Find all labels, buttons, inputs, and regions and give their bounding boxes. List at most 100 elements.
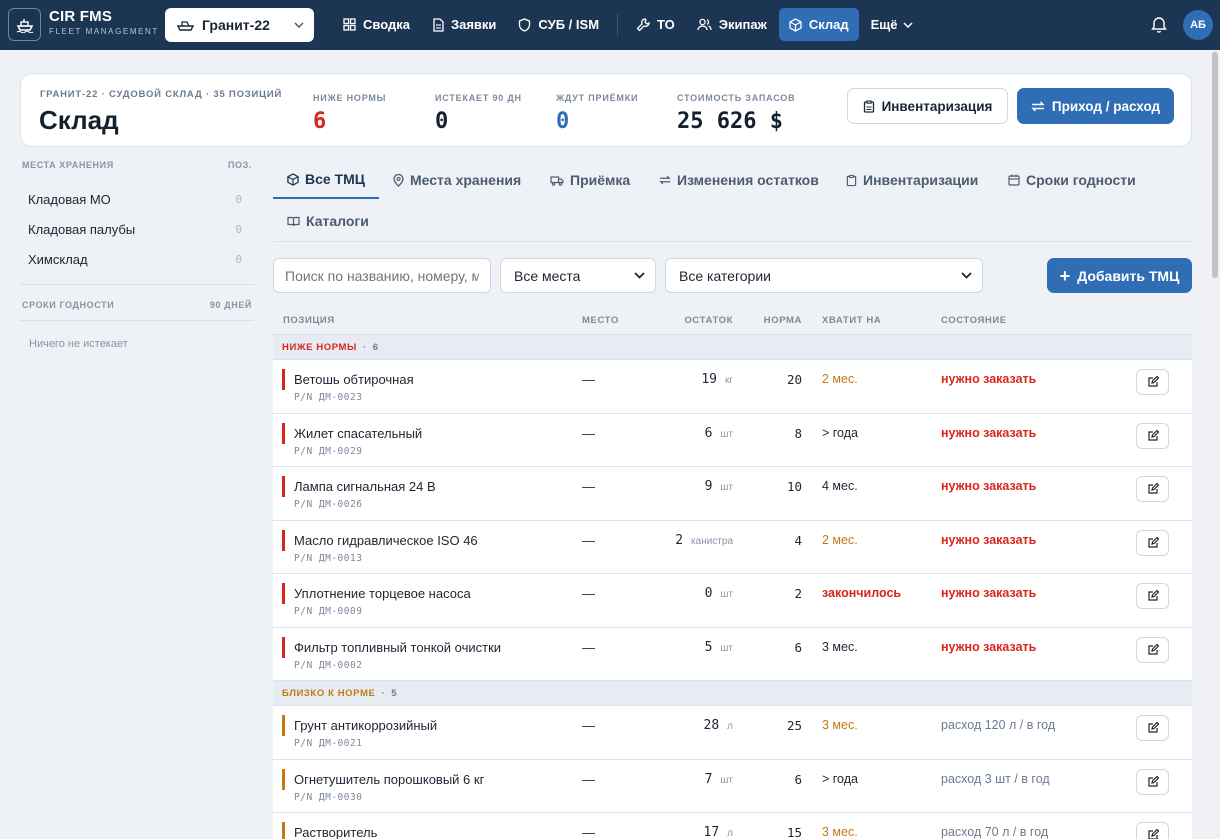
pin-icon <box>393 173 404 187</box>
edit-button[interactable] <box>1136 369 1169 395</box>
table-row[interactable]: Масло гидравлическое ISO 46 P/N ДМ-0013 — 2… <box>273 520 1192 574</box>
item-state: нужно заказать <box>941 425 1037 440</box>
item-place: — <box>582 372 595 387</box>
edit-button[interactable] <box>1136 476 1169 502</box>
place-select-value: Все места <box>514 267 581 284</box>
status-bar <box>282 636 285 658</box>
item-state: нужно заказать <box>941 639 1037 654</box>
scrollbar-thumb[interactable] <box>1212 52 1218 278</box>
chevron-down-icon <box>961 272 972 279</box>
ship-logo-icon[interactable] <box>8 8 41 41</box>
group-count: 5 <box>391 687 398 699</box>
qty-value: 6 <box>704 425 713 441</box>
edit-button[interactable] <box>1136 529 1169 556</box>
bell-icon[interactable] <box>1151 15 1167 38</box>
item-place: — <box>582 479 595 494</box>
storage-item[interactable]: Химсклад 0 <box>20 244 254 274</box>
inventory-button[interactable]: Инвентаризация <box>847 88 1008 124</box>
table-row[interactable]: Уплотнение торцевое насоса P/N ДМ-0009 — 0 ш… <box>273 574 1192 628</box>
item-enough-for: 3 мес. <box>822 639 858 654</box>
brand-subtitle: FLEET MANAGEMENT <box>49 27 159 36</box>
qty-value: 2 <box>675 532 684 548</box>
edit-button[interactable] <box>1136 768 1169 795</box>
storage-item-count: 0 <box>235 222 242 236</box>
table-row[interactable]: Огнетушитель порошковый 6 кг P/N ДМ-0030 —… <box>273 759 1192 813</box>
nav-more[interactable]: Ещё <box>861 8 931 41</box>
stat-label: ИСТЕКАЕТ 90 ДН <box>435 93 522 103</box>
vessel-select[interactable]: Гранит-22 <box>165 8 314 42</box>
storage-item[interactable]: Кладовая МО 0 <box>20 184 254 214</box>
storage-item[interactable]: Кладовая палубы 0 <box>20 214 254 244</box>
group-dot: · <box>362 341 367 353</box>
tab-inventories[interactable]: Инвентаризации <box>832 161 992 199</box>
storage-item-count: 0 <box>235 252 242 266</box>
nav-requests[interactable]: Заявки <box>422 8 506 41</box>
avatar[interactable]: АБ <box>1183 10 1213 40</box>
place-select[interactable]: Все места <box>500 258 656 293</box>
nav-divider <box>617 13 619 36</box>
edit-button[interactable] <box>1136 636 1169 663</box>
search-input[interactable] <box>273 258 491 293</box>
chevron-down-icon <box>634 272 645 279</box>
tab-bar: Все ТМЦ Места хранения Приёмка Изменения… <box>273 160 1192 242</box>
table-row[interactable]: Фильтр топливный тонкой очистки P/N ДМ-00… <box>273 627 1192 681</box>
expiry-empty-text: Ничего не истекает <box>29 338 128 350</box>
tab-catalogs[interactable]: Каталоги <box>273 202 383 240</box>
item-name: Масло гидравлическое ISO 46 <box>294 532 478 548</box>
nav-summary[interactable]: Сводка <box>333 8 420 41</box>
movement-button[interactable]: Приход / расход <box>1017 88 1174 124</box>
category-select[interactable]: Все категории <box>665 258 983 293</box>
qty-unit: шт <box>720 428 733 440</box>
column-header: ХВАТИТ НА <box>822 315 882 326</box>
item-place: — <box>582 718 595 733</box>
table-row[interactable]: Растворитель — 17 л 15 3 мес. расход 70 л / в … <box>273 813 1192 839</box>
nav-summary-label: Сводка <box>363 17 410 32</box>
nav-sms-label: СУБ / ISM <box>538 17 600 32</box>
edit-button[interactable] <box>1136 822 1169 839</box>
edit-icon <box>1147 483 1159 494</box>
nav-crew[interactable]: Экипаж <box>687 8 777 41</box>
edit-button[interactable] <box>1136 715 1169 741</box>
item-name: Ветошь обтирочная <box>294 372 414 387</box>
item-name: Уплотнение торцевое насоса <box>294 586 471 601</box>
edit-button[interactable] <box>1136 583 1169 609</box>
qty-value: 19 <box>701 372 717 387</box>
expiry-header: СРОКИ ГОДНОСТИ 90 ДНЕЙ <box>20 300 254 310</box>
nav-sms-ism[interactable]: СУБ / ISM <box>508 8 609 41</box>
vessel-name: Гранит-22 <box>202 17 270 33</box>
status-bar <box>282 369 285 390</box>
tab-expiry-dates[interactable]: Сроки годности <box>994 161 1150 199</box>
item-norm: 6 <box>794 639 802 655</box>
table-row[interactable]: Жилет спасательный P/N ДМ-0029 — 6 шт 8 > года… <box>273 413 1192 467</box>
item-part-number: P/N ДМ-0026 <box>294 499 363 510</box>
item-name: Лампа сигнальная 24 В <box>294 479 436 494</box>
page-title: Склад <box>39 105 119 135</box>
stat-value: 6 <box>313 109 327 134</box>
item-name: Грунт антикоррозийный <box>294 718 438 733</box>
tab-all-items[interactable]: Все ТМЦ <box>273 161 380 199</box>
stat-value: 0 <box>556 109 570 134</box>
table-row[interactable]: Ветошь обтирочная P/N ДМ-0023 — 19 кг 20 2 мес… <box>273 360 1192 414</box>
item-place: — <box>582 825 595 839</box>
qty-value: 17 <box>703 825 720 839</box>
tab-label: Места хранения <box>410 172 522 188</box>
table-body: НИЖЕ НОРМЫ · 6 Ветошь обтирочная P/N ДМ-0023… <box>273 335 1192 839</box>
edit-button[interactable] <box>1136 422 1169 449</box>
table-row[interactable]: Грунт антикоррозийный P/N ДМ-0021 — 28 л 25 3 … <box>273 706 1192 760</box>
edit-icon <box>1147 429 1159 441</box>
add-item-button[interactable]: + Добавить ТМЦ <box>1047 258 1192 293</box>
nav-crew-label: Экипаж <box>718 17 767 32</box>
item-part-number: P/N ДМ-0029 <box>294 445 363 457</box>
nav-warehouse[interactable]: Склад <box>778 8 859 41</box>
storage-count-header: ПОЗ. <box>227 160 252 170</box>
item-name: Растворитель <box>294 825 378 839</box>
item-name: Жилет спасательный <box>294 425 423 441</box>
item-norm: 15 <box>786 825 802 839</box>
tab-storage-places[interactable]: Места хранения <box>379 161 535 199</box>
tab-stock-changes[interactable]: Изменения остатков <box>645 161 833 199</box>
tab-receipt[interactable]: Приёмка <box>536 161 644 199</box>
nav-maintenance[interactable]: ТО <box>626 8 685 41</box>
table-row[interactable]: Лампа сигнальная 24 В P/N ДМ-0026 — 9 шт 10 4 … <box>273 467 1192 521</box>
category-select-value: Все категории <box>679 267 771 284</box>
storage-header: МЕСТА ХРАНЕНИЯ ПОЗ. <box>20 160 254 170</box>
